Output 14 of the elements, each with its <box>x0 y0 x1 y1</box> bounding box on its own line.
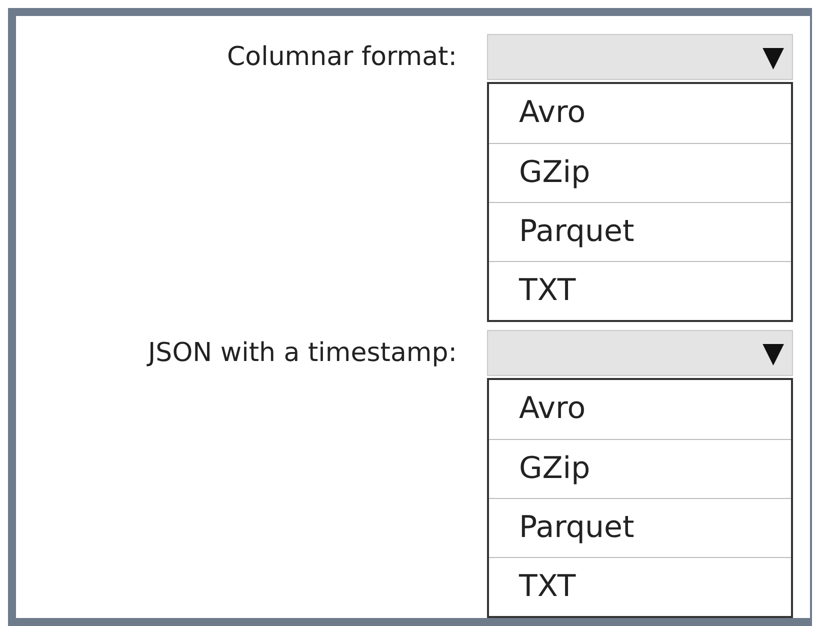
dropdown[interactable]: ▼ <box>487 34 793 80</box>
option-item[interactable]: Avro <box>489 84 791 143</box>
dropdown[interactable]: ▼ <box>487 330 793 376</box>
option-item[interactable]: Avro <box>489 380 791 439</box>
dropdown-arrow-icon[interactable]: ▼ <box>762 339 784 367</box>
option-item[interactable]: TXT <box>489 261 791 320</box>
dropdown-arrow-icon[interactable]: ▼ <box>762 43 784 71</box>
option-item[interactable]: Parquet <box>489 202 791 261</box>
option-item[interactable]: Parquet <box>489 498 791 557</box>
field-label: JSON with a timestamp: <box>146 337 458 370</box>
field-label: Columnar format: <box>226 41 458 74</box>
option-item[interactable]: GZip <box>489 439 791 498</box>
option-item[interactable]: TXT <box>489 557 791 616</box>
option-item[interactable]: GZip <box>489 143 791 202</box>
